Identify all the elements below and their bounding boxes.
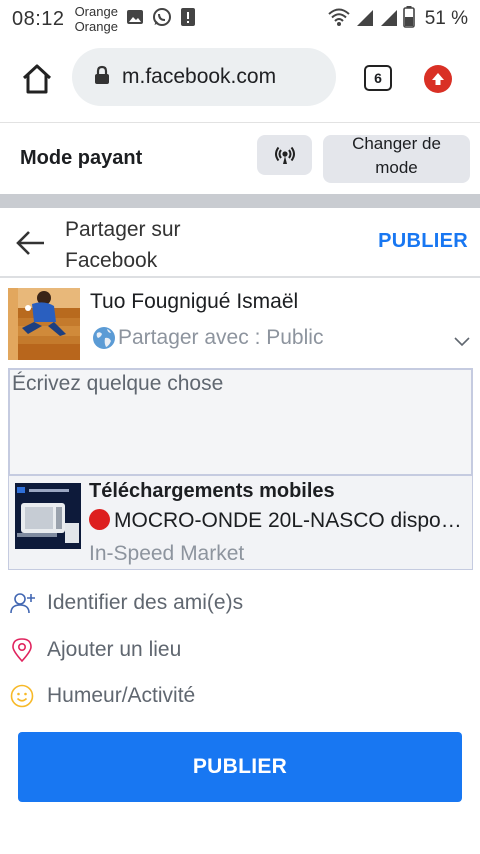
post-composer[interactable]: Écrivez quelque chose (8, 368, 473, 476)
preview-description: MOCRO-ONDE 20L-NASCO disponible (89, 509, 469, 533)
red-circle-icon (89, 509, 110, 530)
change-mode-button[interactable]: Changer de mode (323, 134, 470, 183)
preview-source: In-Speed Market (89, 542, 245, 565)
globe-icon (92, 326, 116, 350)
browser-toolbar: m.facebook.com 6 (0, 38, 480, 122)
feeling-activity-action[interactable]: Humeur/Activité (0, 676, 480, 716)
back-arrow-icon (16, 231, 44, 255)
share-header: Partager sur Facebook PUBLIER (0, 208, 480, 278)
back-button[interactable] (16, 230, 46, 256)
smiley-icon (10, 684, 34, 708)
location-pin-icon (10, 638, 34, 663)
tag-friends-action[interactable]: Identifier des ami(e)s (0, 583, 480, 623)
wifi-icon (327, 7, 351, 32)
section-divider (0, 194, 480, 208)
signal-icon (379, 7, 399, 32)
whatsapp-icon (152, 7, 172, 32)
status-time: 08:12 (12, 7, 65, 30)
signal-icon (355, 7, 375, 32)
home-icon (22, 64, 52, 94)
update-button[interactable] (424, 65, 452, 93)
tag-friends-label: Identifier des ami(e)s (47, 591, 244, 614)
share-title: Partager sur Facebook (65, 218, 181, 272)
arrow-up-icon (432, 73, 444, 85)
lock-icon (94, 65, 110, 90)
user-row: Tuo Fougnigué Ismaël Partager avec : Pub… (0, 286, 480, 364)
battery-percent: 51 % (424, 8, 468, 29)
change-mode-label-2: mode (375, 158, 418, 177)
broadcast-button[interactable] (257, 135, 312, 175)
preview-title: Téléchargements mobiles (89, 480, 335, 502)
dropdown-caret-icon[interactable] (454, 334, 470, 352)
status-bar: 08:12 Orange Orange 51 % (0, 0, 480, 38)
url-text: m.facebook.com (122, 65, 277, 88)
sim-alert-icon (180, 7, 196, 32)
composer-placeholder: Écrivez quelque chose (12, 372, 224, 395)
data-mode-bar: Mode payant Changer de mode (0, 122, 480, 194)
address-bar[interactable]: m.facebook.com (72, 48, 336, 106)
link-preview-card[interactable]: Téléchargements mobiles MOCRO-ONDE 20L-N… (8, 476, 473, 570)
audience-value: Public (266, 326, 324, 349)
add-location-label: Ajouter un lieu (47, 638, 182, 661)
publish-header-button[interactable]: PUBLIER (378, 230, 468, 253)
publish-button[interactable]: PUBLIER (18, 732, 462, 802)
image-icon (126, 8, 144, 31)
audience-prefix: Partager avec : (118, 326, 267, 349)
carrier-label: Orange Orange (74, 4, 118, 34)
add-friend-icon (10, 591, 35, 615)
avatar (8, 288, 80, 360)
status-right: 51 % (327, 0, 468, 38)
broadcast-icon (274, 146, 295, 164)
user-name: Tuo Fougnigué Ismaël (90, 290, 299, 313)
mode-title: Mode payant (20, 147, 143, 169)
audience-selector[interactable]: Partager avec : Public (118, 326, 323, 350)
home-button[interactable] (18, 60, 56, 98)
preview-thumbnail (15, 483, 81, 549)
feeling-activity-label: Humeur/Activité (47, 684, 196, 707)
battery-icon (402, 5, 415, 33)
add-location-action[interactable]: Ajouter un lieu (0, 630, 480, 670)
tab-switcher-button[interactable]: 6 (364, 65, 392, 91)
